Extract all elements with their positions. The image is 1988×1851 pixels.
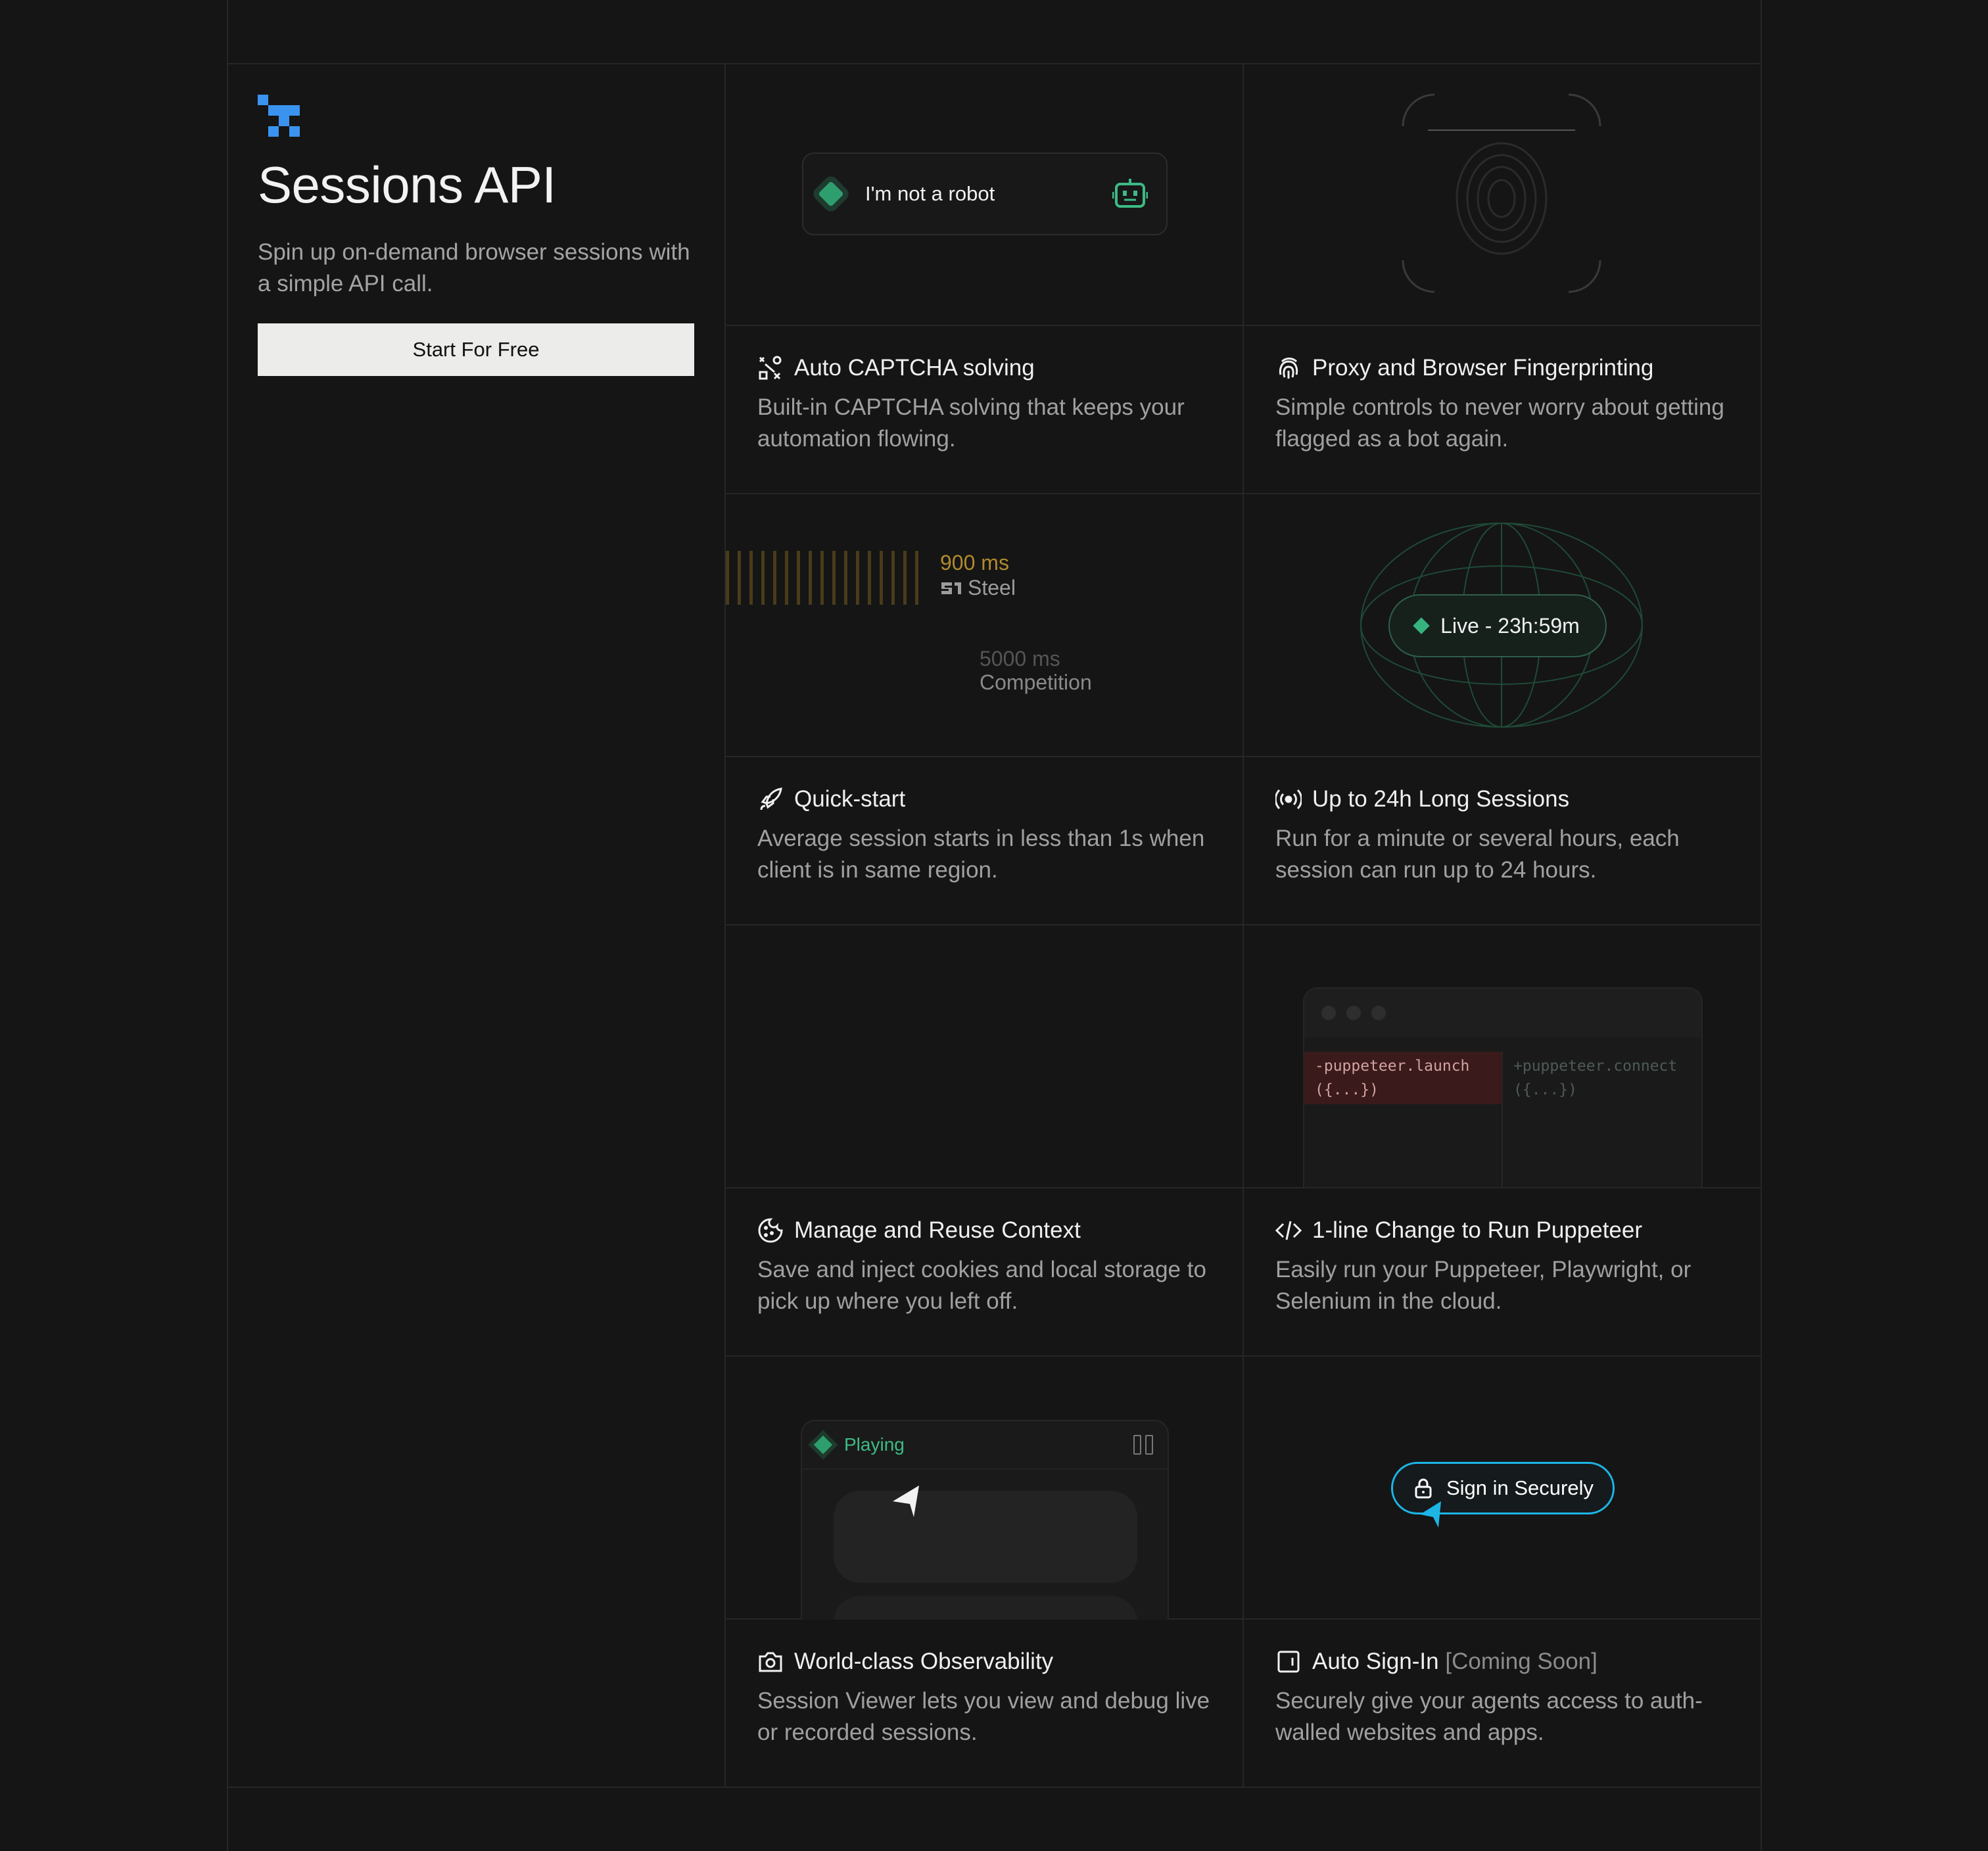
lock-icon — [1415, 1478, 1432, 1499]
window-titlebar — [1304, 989, 1701, 1037]
captcha-label: I'm not a robot — [865, 182, 995, 205]
coming-soon-label: [Coming Soon] — [1445, 1649, 1598, 1674]
feature-title: Auto Sign-In — [1312, 1649, 1439, 1674]
competition-latency-value: 5000 ms — [980, 647, 1060, 670]
steel-latency-value: 900 ms — [940, 551, 1009, 574]
code-diff-window: -puppeteer.launch ({...}) +puppeteer.con… — [1303, 987, 1703, 1187]
playing-indicator-icon — [813, 1435, 833, 1455]
feature-title: Manage and Reuse Context — [794, 1217, 1081, 1243]
fingerprint-scanner-icon — [1402, 93, 1601, 293]
grid-line — [724, 1187, 1762, 1188]
added-code-line: +puppeteer.connect — [1513, 1058, 1678, 1075]
removed-code-line: ({...}) — [1315, 1081, 1379, 1098]
broadcast-icon — [1275, 789, 1302, 810]
window-dot-icon — [1346, 1006, 1361, 1020]
feature-card: 1-line Change to Run Puppeteer Easily ru… — [1275, 1217, 1736, 1317]
feature-card: World-class Observability Session Viewer… — [757, 1649, 1218, 1748]
pause-icon[interactable] — [1133, 1435, 1153, 1455]
robot-face-icon — [1112, 179, 1148, 208]
camera-icon — [759, 1652, 782, 1672]
code-pane-removed: -puppeteer.launch ({...}) — [1304, 1052, 1503, 1187]
session-player: Playing — [801, 1420, 1169, 1620]
captcha-puzzle-icon — [759, 356, 782, 380]
sign-in-label: Sign in Securely — [1446, 1476, 1594, 1499]
steel-latency-label: Steel — [940, 576, 1016, 600]
feature-card: Quick-start Average session starts in le… — [757, 786, 1218, 886]
feature-title: Quick-start — [794, 786, 906, 812]
feature-card: Auto CAPTCHA solving Built-in CAPTCHA so… — [757, 355, 1218, 455]
feature-description: Securely give your agents access to auth… — [1275, 1688, 1703, 1745]
live-badge-label: Live - 23h:59m — [1440, 613, 1580, 638]
player-toolbar: Playing — [802, 1421, 1168, 1470]
feature-card: Manage and Reuse Context Save and inject… — [757, 1217, 1218, 1317]
code-pane-added: +puppeteer.connect ({...}) — [1513, 1054, 1677, 1102]
live-indicator-icon — [1413, 617, 1430, 634]
feature-card: Auto Sign-In [Coming Soon] Securely give… — [1275, 1649, 1736, 1748]
cursor-icon — [893, 1486, 919, 1517]
code-icon — [1275, 1221, 1302, 1240]
grid-line — [724, 1355, 1762, 1357]
grid-line — [724, 63, 726, 1788]
feature-description: Built-in CAPTCHA solving that keeps your… — [757, 394, 1185, 452]
latency-bars — [726, 551, 931, 605]
feature-description: Save and inject cookies and local storag… — [757, 1257, 1206, 1314]
feature-card: Up to 24h Long Sessions Run for a minute… — [1275, 786, 1736, 886]
player-content-block — [834, 1596, 1137, 1620]
cookie-icon — [758, 1218, 783, 1243]
diamond-check-icon — [818, 181, 844, 207]
window-dot-icon — [1321, 1006, 1336, 1020]
feature-title: 1-line Change to Run Puppeteer — [1312, 1217, 1643, 1243]
grid-line — [724, 493, 1762, 494]
login-icon — [1277, 1651, 1300, 1673]
fingerprint-icon — [1279, 358, 1298, 379]
start-for-free-button[interactable]: Start For Free — [258, 323, 694, 376]
player-content-block — [834, 1491, 1137, 1583]
feature-description: Easily run your Puppeteer, Playwright, o… — [1275, 1257, 1692, 1314]
window-dot-icon — [1371, 1006, 1386, 1020]
removed-code-line: -puppeteer.launch — [1315, 1058, 1470, 1075]
feature-card: Proxy and Browser Fingerprinting Simple … — [1275, 355, 1736, 455]
grid-line — [227, 63, 1762, 64]
grid-line — [227, 0, 228, 1851]
grid-line — [724, 924, 1762, 926]
competition-latency-label: Competition — [980, 670, 1092, 694]
player-status: Playing — [844, 1434, 905, 1455]
page-subtitle: Spin up on-demand browser sessions with … — [258, 239, 690, 296]
grid-line — [1761, 0, 1762, 1851]
live-session-badge: Live - 23h:59m — [1388, 594, 1607, 657]
steel-label: Steel — [968, 576, 1016, 599]
captcha-widget[interactable]: I'm not a robot — [802, 152, 1168, 235]
cursor-icon — [1420, 1501, 1441, 1528]
rocket-icon — [760, 787, 782, 810]
feature-description: Average session starts in less than 1s w… — [757, 826, 1205, 883]
grid-line — [227, 1787, 1762, 1788]
feature-title: Auto CAPTCHA solving — [794, 355, 1035, 381]
grid-line — [724, 325, 1762, 326]
feature-description: Simple controls to never worry about get… — [1275, 394, 1724, 452]
feature-title: Up to 24h Long Sessions — [1312, 786, 1570, 812]
grid-line — [1242, 63, 1244, 1788]
added-code-line: ({...}) — [1513, 1081, 1577, 1098]
steel-logo-icon — [258, 95, 300, 137]
feature-title: World-class Observability — [794, 1649, 1054, 1674]
feature-description: Run for a minute or several hours, each … — [1275, 826, 1680, 883]
feature-description: Session Viewer lets you view and debug l… — [757, 1688, 1210, 1745]
feature-title: Proxy and Browser Fingerprinting — [1312, 355, 1654, 381]
page-title: Sessions API — [258, 156, 556, 214]
grid-line — [724, 756, 1762, 757]
steel-logo-icon — [941, 582, 961, 594]
